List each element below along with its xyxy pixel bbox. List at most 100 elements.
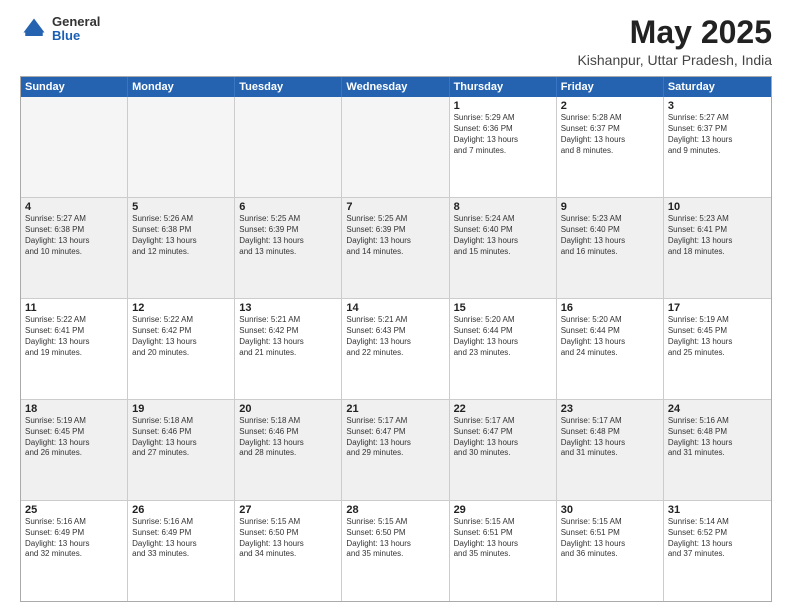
weekday-header: Saturday	[664, 77, 771, 97]
calendar-week-row: 11Sunrise: 5:22 AM Sunset: 6:41 PM Dayli…	[21, 299, 771, 400]
day-number: 6	[239, 201, 337, 213]
day-info: Sunrise: 5:20 AM Sunset: 6:44 PM Dayligh…	[561, 315, 659, 358]
day-cell: 20Sunrise: 5:18 AM Sunset: 6:46 PM Dayli…	[235, 400, 342, 500]
day-number: 19	[132, 403, 230, 415]
day-info: Sunrise: 5:17 AM Sunset: 6:47 PM Dayligh…	[454, 416, 552, 459]
day-cell: 14Sunrise: 5:21 AM Sunset: 6:43 PM Dayli…	[342, 299, 449, 399]
calendar-week-row: 25Sunrise: 5:16 AM Sunset: 6:49 PM Dayli…	[21, 501, 771, 601]
day-number: 11	[25, 302, 123, 314]
day-info: Sunrise: 5:29 AM Sunset: 6:36 PM Dayligh…	[454, 113, 552, 156]
day-number: 14	[346, 302, 444, 314]
day-number: 15	[454, 302, 552, 314]
day-cell: 1Sunrise: 5:29 AM Sunset: 6:36 PM Daylig…	[450, 97, 557, 197]
day-cell: 17Sunrise: 5:19 AM Sunset: 6:45 PM Dayli…	[664, 299, 771, 399]
day-cell: 9Sunrise: 5:23 AM Sunset: 6:40 PM Daylig…	[557, 198, 664, 298]
calendar-week-row: 1Sunrise: 5:29 AM Sunset: 6:36 PM Daylig…	[21, 97, 771, 198]
day-info: Sunrise: 5:25 AM Sunset: 6:39 PM Dayligh…	[239, 214, 337, 257]
weekday-header: Wednesday	[342, 77, 449, 97]
weekday-header: Tuesday	[235, 77, 342, 97]
day-number: 17	[668, 302, 767, 314]
day-cell: 7Sunrise: 5:25 AM Sunset: 6:39 PM Daylig…	[342, 198, 449, 298]
day-number: 1	[454, 100, 552, 112]
day-info: Sunrise: 5:21 AM Sunset: 6:42 PM Dayligh…	[239, 315, 337, 358]
calendar-body: 1Sunrise: 5:29 AM Sunset: 6:36 PM Daylig…	[21, 97, 771, 601]
logo-icon	[20, 15, 48, 43]
day-number: 10	[668, 201, 767, 213]
day-cell: 16Sunrise: 5:20 AM Sunset: 6:44 PM Dayli…	[557, 299, 664, 399]
day-cell: 19Sunrise: 5:18 AM Sunset: 6:46 PM Dayli…	[128, 400, 235, 500]
day-number: 5	[132, 201, 230, 213]
day-cell: 3Sunrise: 5:27 AM Sunset: 6:37 PM Daylig…	[664, 97, 771, 197]
day-info: Sunrise: 5:21 AM Sunset: 6:43 PM Dayligh…	[346, 315, 444, 358]
logo-text: General Blue	[52, 15, 100, 44]
day-info: Sunrise: 5:15 AM Sunset: 6:50 PM Dayligh…	[239, 517, 337, 560]
day-cell: 12Sunrise: 5:22 AM Sunset: 6:42 PM Dayli…	[128, 299, 235, 399]
day-cell: 30Sunrise: 5:15 AM Sunset: 6:51 PM Dayli…	[557, 501, 664, 601]
day-number: 13	[239, 302, 337, 314]
day-info: Sunrise: 5:14 AM Sunset: 6:52 PM Dayligh…	[668, 517, 767, 560]
day-number: 2	[561, 100, 659, 112]
day-number: 27	[239, 504, 337, 516]
day-cell: 2Sunrise: 5:28 AM Sunset: 6:37 PM Daylig…	[557, 97, 664, 197]
day-info: Sunrise: 5:16 AM Sunset: 6:48 PM Dayligh…	[668, 416, 767, 459]
weekday-header: Sunday	[21, 77, 128, 97]
day-number: 7	[346, 201, 444, 213]
day-cell: 13Sunrise: 5:21 AM Sunset: 6:42 PM Dayli…	[235, 299, 342, 399]
day-cell: 27Sunrise: 5:15 AM Sunset: 6:50 PM Dayli…	[235, 501, 342, 601]
day-info: Sunrise: 5:19 AM Sunset: 6:45 PM Dayligh…	[25, 416, 123, 459]
day-number: 22	[454, 403, 552, 415]
title-block: May 2025 Kishanpur, Uttar Pradesh, India	[577, 15, 772, 68]
calendar-week-row: 18Sunrise: 5:19 AM Sunset: 6:45 PM Dayli…	[21, 400, 771, 501]
day-cell: 4Sunrise: 5:27 AM Sunset: 6:38 PM Daylig…	[21, 198, 128, 298]
empty-day-cell	[21, 97, 128, 197]
empty-day-cell	[128, 97, 235, 197]
day-info: Sunrise: 5:15 AM Sunset: 6:51 PM Dayligh…	[561, 517, 659, 560]
day-info: Sunrise: 5:17 AM Sunset: 6:48 PM Dayligh…	[561, 416, 659, 459]
day-info: Sunrise: 5:23 AM Sunset: 6:40 PM Dayligh…	[561, 214, 659, 257]
day-cell: 10Sunrise: 5:23 AM Sunset: 6:41 PM Dayli…	[664, 198, 771, 298]
day-number: 20	[239, 403, 337, 415]
header: General Blue May 2025 Kishanpur, Uttar P…	[20, 15, 772, 68]
logo-general: General	[52, 15, 100, 29]
day-cell: 24Sunrise: 5:16 AM Sunset: 6:48 PM Dayli…	[664, 400, 771, 500]
day-cell: 25Sunrise: 5:16 AM Sunset: 6:49 PM Dayli…	[21, 501, 128, 601]
day-info: Sunrise: 5:22 AM Sunset: 6:42 PM Dayligh…	[132, 315, 230, 358]
logo: General Blue	[20, 15, 100, 44]
day-number: 18	[25, 403, 123, 415]
empty-day-cell	[342, 97, 449, 197]
calendar-header: SundayMondayTuesdayWednesdayThursdayFrid…	[21, 77, 771, 97]
day-info: Sunrise: 5:23 AM Sunset: 6:41 PM Dayligh…	[668, 214, 767, 257]
day-cell: 29Sunrise: 5:15 AM Sunset: 6:51 PM Dayli…	[450, 501, 557, 601]
day-number: 24	[668, 403, 767, 415]
day-info: Sunrise: 5:25 AM Sunset: 6:39 PM Dayligh…	[346, 214, 444, 257]
calendar: SundayMondayTuesdayWednesdayThursdayFrid…	[20, 76, 772, 602]
subtitle: Kishanpur, Uttar Pradesh, India	[577, 52, 772, 68]
day-info: Sunrise: 5:17 AM Sunset: 6:47 PM Dayligh…	[346, 416, 444, 459]
day-number: 9	[561, 201, 659, 213]
day-info: Sunrise: 5:18 AM Sunset: 6:46 PM Dayligh…	[239, 416, 337, 459]
day-number: 8	[454, 201, 552, 213]
day-info: Sunrise: 5:15 AM Sunset: 6:50 PM Dayligh…	[346, 517, 444, 560]
day-number: 4	[25, 201, 123, 213]
day-info: Sunrise: 5:16 AM Sunset: 6:49 PM Dayligh…	[25, 517, 123, 560]
day-number: 26	[132, 504, 230, 516]
day-cell: 28Sunrise: 5:15 AM Sunset: 6:50 PM Dayli…	[342, 501, 449, 601]
day-cell: 22Sunrise: 5:17 AM Sunset: 6:47 PM Dayli…	[450, 400, 557, 500]
day-cell: 23Sunrise: 5:17 AM Sunset: 6:48 PM Dayli…	[557, 400, 664, 500]
weekday-header: Friday	[557, 77, 664, 97]
day-cell: 5Sunrise: 5:26 AM Sunset: 6:38 PM Daylig…	[128, 198, 235, 298]
main-title: May 2025	[577, 15, 772, 50]
calendar-week-row: 4Sunrise: 5:27 AM Sunset: 6:38 PM Daylig…	[21, 198, 771, 299]
day-info: Sunrise: 5:26 AM Sunset: 6:38 PM Dayligh…	[132, 214, 230, 257]
day-info: Sunrise: 5:27 AM Sunset: 6:38 PM Dayligh…	[25, 214, 123, 257]
day-number: 16	[561, 302, 659, 314]
day-info: Sunrise: 5:18 AM Sunset: 6:46 PM Dayligh…	[132, 416, 230, 459]
day-cell: 18Sunrise: 5:19 AM Sunset: 6:45 PM Dayli…	[21, 400, 128, 500]
page: General Blue May 2025 Kishanpur, Uttar P…	[0, 0, 792, 612]
day-info: Sunrise: 5:16 AM Sunset: 6:49 PM Dayligh…	[132, 517, 230, 560]
day-number: 21	[346, 403, 444, 415]
day-info: Sunrise: 5:19 AM Sunset: 6:45 PM Dayligh…	[668, 315, 767, 358]
logo-blue: Blue	[52, 29, 100, 43]
day-cell: 26Sunrise: 5:16 AM Sunset: 6:49 PM Dayli…	[128, 501, 235, 601]
day-info: Sunrise: 5:27 AM Sunset: 6:37 PM Dayligh…	[668, 113, 767, 156]
